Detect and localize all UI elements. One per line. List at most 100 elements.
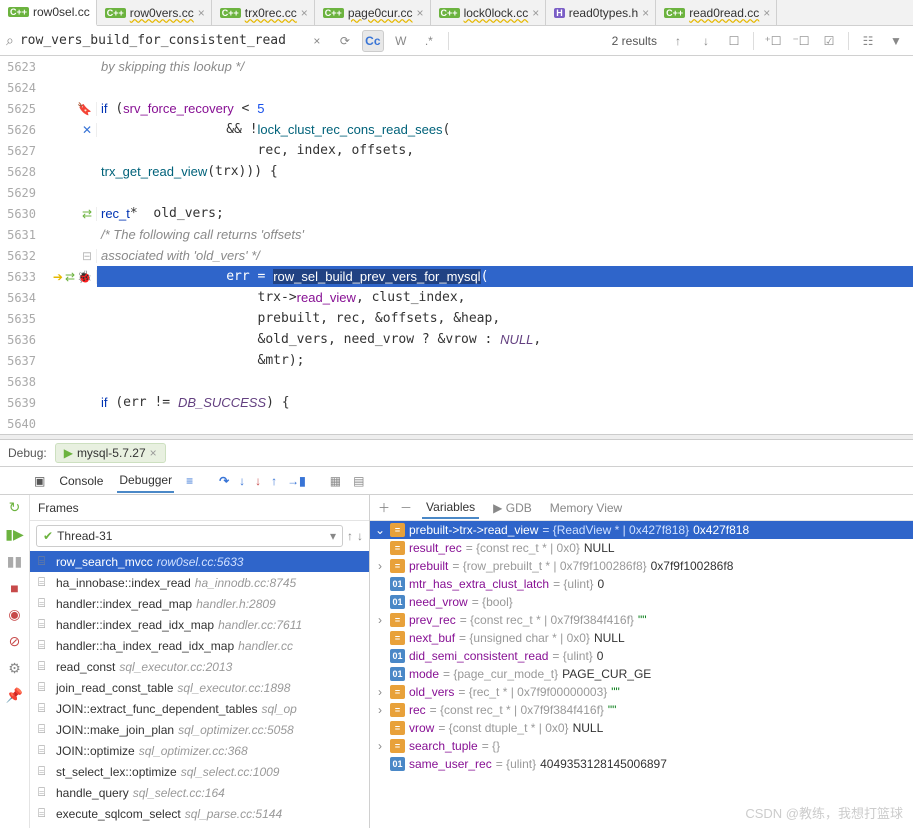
variable-row[interactable]: 01mode = {page_cur_mode_t} PAGE_CUR_GE <box>370 665 913 683</box>
remove-selection[interactable]: ⁻☐ <box>790 30 812 52</box>
stack-frame[interactable]: ⌸st_select_lex::optimize sql_select.cc:1… <box>30 761 369 782</box>
stack-frame[interactable]: ⌸JOIN::optimize sql_optimizer.cc:368 <box>30 740 369 761</box>
code-line[interactable]: trx_get_read_view(trx))) { <box>97 161 913 182</box>
editor-tab[interactable]: C++row0sel.cc× <box>0 0 97 26</box>
memory-view-tab[interactable]: Memory View <box>546 498 626 518</box>
code-line[interactable]: rec_t* old_vers; <box>97 203 913 224</box>
run-config[interactable]: ▶ mysql-5.7.27 × <box>55 443 166 463</box>
expand-arrow[interactable]: › <box>374 739 386 753</box>
remove-watch[interactable]: － <box>400 499 412 516</box>
settings-icon[interactable]: ☷ <box>857 30 879 52</box>
search-refresh[interactable]: ⟳ <box>334 30 356 52</box>
code-line[interactable]: rec, index, offsets, <box>97 140 913 161</box>
regex-toggle[interactable]: .* <box>418 30 440 52</box>
variable-row[interactable]: ›=prebuilt = {row_prebuilt_t * | 0x7f9f1… <box>370 557 913 575</box>
variables-tab[interactable]: Variables <box>422 497 479 519</box>
stack-frame[interactable]: ⌸ha_innobase::index_read ha_innodb.cc:87… <box>30 572 369 593</box>
close-icon[interactable]: × <box>642 6 649 20</box>
force-step-into[interactable]: ↓ <box>255 474 261 488</box>
stack-frame[interactable]: ⌸handler::ha_index_read_idx_map handler.… <box>30 635 369 656</box>
pause-icon[interactable]: ▮▮ <box>7 553 22 570</box>
whole-word-toggle[interactable]: W <box>390 30 412 52</box>
close-icon[interactable]: × <box>301 6 308 20</box>
code-line[interactable]: associated with 'old_vers' */ <box>97 245 913 266</box>
add-selection[interactable]: ⁺☐ <box>762 30 784 52</box>
variable-row[interactable]: 01did_semi_consistent_read = {ulint} 0 <box>370 647 913 665</box>
gutter-marks[interactable]: 🔖 <box>42 102 97 116</box>
stack-frame[interactable]: ⌸row_search_mvcc row0sel.cc:5633 <box>30 551 369 572</box>
gutter-marks[interactable]: ⊟ <box>42 249 97 263</box>
more-icon[interactable]: ▤ <box>353 474 364 488</box>
console-icon[interactable]: ▣ <box>34 474 45 488</box>
pin-icon[interactable]: 📌 <box>6 687 23 704</box>
threads-icon[interactable]: ≡ <box>186 474 193 488</box>
view-breakpoints[interactable]: ◉ <box>8 606 20 623</box>
stack-frame[interactable]: ⌸handle_query sql_select.cc:164 <box>30 782 369 803</box>
code-line[interactable] <box>97 182 913 203</box>
rerun-icon[interactable]: ↻ <box>9 499 21 516</box>
step-out[interactable]: ↑ <box>271 474 277 488</box>
select-all[interactable]: ☑ <box>818 30 840 52</box>
variable-row[interactable]: 01need_vrow = {bool} <box>370 593 913 611</box>
run-to-cursor[interactable]: →▮ <box>287 474 306 488</box>
close-icon[interactable]: × <box>763 6 770 20</box>
code-line[interactable]: by skipping this lookup */ <box>97 56 913 77</box>
resume-icon[interactable]: ▮▶ <box>5 526 23 543</box>
close-icon[interactable]: × <box>150 446 157 460</box>
gutter-marks[interactable]: ➔⇄🐞 <box>42 270 97 284</box>
close-icon[interactable]: × <box>532 6 539 20</box>
expand-arrow[interactable]: ⌄ <box>374 523 386 537</box>
step-over[interactable]: ↷ <box>219 474 229 488</box>
select-all-matches[interactable]: ☐ <box>723 30 745 52</box>
expand-arrow[interactable]: › <box>374 559 386 573</box>
frame-up[interactable]: ↑ <box>347 529 353 543</box>
variable-row[interactable]: ›=search_tuple = {} <box>370 737 913 755</box>
variable-row[interactable]: =result_rec = {const rec_t * | 0x0} NULL <box>370 539 913 557</box>
expand-arrow[interactable]: › <box>374 613 386 627</box>
code-line[interactable] <box>97 371 913 392</box>
code-line[interactable]: &old_vers, need_vrow ? &vrow : NULL, <box>97 329 913 350</box>
code-editor[interactable]: 562356245625🔖5626✕5627562856295630⇄56315… <box>0 56 913 434</box>
gdb-tab[interactable]: ▶ GDB <box>489 498 536 518</box>
next-match[interactable]: ↓ <box>695 30 717 52</box>
code-line[interactable]: err = row_sel_build_prev_vers_for_mysql( <box>97 266 913 287</box>
stack-frame[interactable]: ⌸read_const sql_executor.cc:2013 <box>30 656 369 677</box>
variable-row[interactable]: 01same_user_rec = {ulint} 40493531281450… <box>370 755 913 773</box>
gutter-marks[interactable]: ⇄ <box>42 207 97 221</box>
match-case-toggle[interactable]: Cc <box>362 30 384 52</box>
code-line[interactable]: trx->read_view, clust_index, <box>97 287 913 308</box>
code-line[interactable]: if (srv_force_recovery < 5 <box>97 98 913 119</box>
variable-row[interactable]: 01mtr_has_extra_clust_latch = {ulint} 0 <box>370 575 913 593</box>
variable-row[interactable]: ⌄=prebuilt->trx->read_view = {ReadView *… <box>370 521 913 539</box>
clear-search[interactable]: × <box>306 30 328 52</box>
stack-frame[interactable]: ⌸JOIN::extract_func_dependent_tables sql… <box>30 698 369 719</box>
close-icon[interactable]: × <box>417 6 424 20</box>
editor-tab[interactable]: C++read0read.cc× <box>656 0 777 25</box>
mute-breakpoints[interactable]: ⊘ <box>9 633 21 650</box>
stack-frame[interactable]: ⌸execute_sqlcom_select sql_parse.cc:5144 <box>30 803 369 824</box>
search-input[interactable] <box>20 33 300 48</box>
gutter-marks[interactable]: ✕ <box>42 123 97 137</box>
stack-frame[interactable]: ⌸JOIN::make_join_plan sql_optimizer.cc:5… <box>30 719 369 740</box>
code-line[interactable] <box>97 77 913 98</box>
debug-settings-icon[interactable]: ⚙ <box>8 660 21 677</box>
editor-tab[interactable]: C++page0cur.cc× <box>315 0 431 25</box>
prev-match[interactable]: ↑ <box>667 30 689 52</box>
variable-row[interactable]: ›=rec = {const rec_t * | 0x7f9f384f416f}… <box>370 701 913 719</box>
frame-down[interactable]: ↓ <box>357 529 363 543</box>
add-watch[interactable]: ＋ <box>378 499 390 516</box>
code-line[interactable]: /* The following call returns 'offsets' <box>97 224 913 245</box>
code-line[interactable]: if (err != DB_SUCCESS) { <box>97 392 913 413</box>
filter-icon[interactable]: ▼ <box>885 30 907 52</box>
editor-tab[interactable]: C++row0vers.cc× <box>97 0 212 25</box>
variable-row[interactable]: =vrow = {const dtuple_t * | 0x0} NULL <box>370 719 913 737</box>
evaluate-expression[interactable]: ▦ <box>330 474 341 488</box>
console-tab[interactable]: Console <box>57 470 105 492</box>
stop-icon[interactable]: ■ <box>10 580 18 596</box>
editor-tab[interactable]: C++trx0rec.cc× <box>212 0 315 25</box>
debugger-tab[interactable]: Debugger <box>117 469 174 493</box>
variable-row[interactable]: ›=old_vers = {rec_t * | 0x7f9f00000003} … <box>370 683 913 701</box>
code-line[interactable]: &mtr); <box>97 350 913 371</box>
expand-arrow[interactable]: › <box>374 703 386 717</box>
expand-arrow[interactable]: › <box>374 685 386 699</box>
